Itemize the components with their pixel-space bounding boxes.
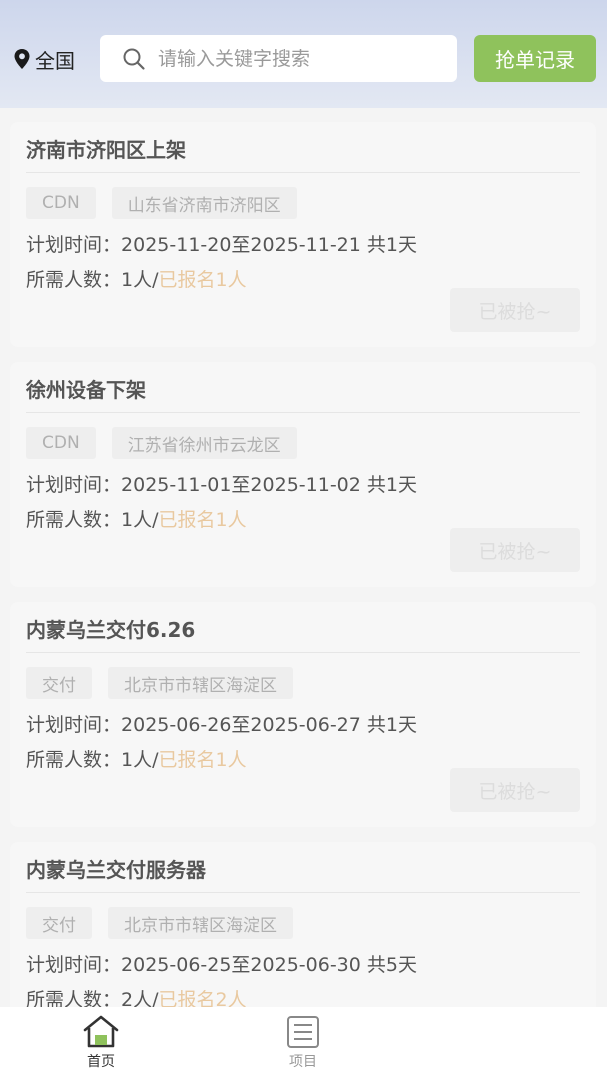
- plan-label: 计划时间：: [26, 234, 122, 256]
- search-icon: [123, 48, 145, 70]
- order-card[interactable]: 济南市济阳区上架 CDN 山东省济南市济阳区计划时间：2025-11-20至2025…: [10, 122, 596, 347]
- taken-status-button[interactable]: 已被抢~: [450, 528, 580, 572]
- plan-time: 计划时间：2025-06-26至2025-06-27 共1天: [26, 710, 417, 737]
- region-label: 全国: [35, 48, 75, 73]
- signed-count: 已报名1人: [158, 749, 247, 771]
- tab-home-label: 首页: [87, 1054, 115, 1070]
- order-card[interactable]: 内蒙乌兰交付6.26 交付 北京市市辖区海淀区计划时间：2025-06-26至202…: [10, 602, 596, 827]
- tag-row: CDN 江苏省徐州市云龙区: [26, 427, 297, 459]
- tab-home[interactable]: 首页: [61, 1015, 141, 1075]
- required-people: 所需人数：1人/已报名1人: [26, 745, 247, 772]
- plan-value: 2025-06-25至2025-06-30 共5天: [121, 954, 417, 976]
- plan-label: 计划时间：: [26, 954, 122, 976]
- taken-status-button[interactable]: 已被抢~: [450, 288, 580, 332]
- divider: [26, 412, 580, 413]
- order-card[interactable]: 徐州设备下架 CDN 江苏省徐州市云龙区计划时间：2025-11-01至2025-1…: [10, 362, 596, 587]
- plan-time: 计划时间：2025-11-20至2025-11-21 共1天: [26, 230, 417, 257]
- search-box[interactable]: [100, 35, 457, 82]
- plan-value: 2025-11-20至2025-11-21 共1天: [121, 234, 417, 256]
- location-tag: 北京市市辖区海淀区: [108, 907, 293, 939]
- people-label: 所需人数：: [26, 509, 122, 531]
- divider: [26, 652, 580, 653]
- location-pin-icon: [14, 49, 30, 69]
- location-tag: 江苏省徐州市云龙区: [111, 427, 297, 459]
- tag-row: CDN 山东省济南市济阳区: [26, 187, 297, 219]
- plan-label: 计划时间：: [26, 714, 122, 736]
- category-tag: 交付: [26, 667, 92, 699]
- order-title: 徐州设备下架: [26, 378, 146, 402]
- people-value: 1人/: [121, 269, 159, 291]
- tab-project-label: 项目: [289, 1054, 317, 1070]
- top-bar: 全国 抢单记录: [0, 0, 607, 108]
- taken-status-button[interactable]: 已被抢~: [450, 768, 580, 812]
- divider: [26, 892, 580, 893]
- plan-label: 计划时间：: [26, 474, 122, 496]
- order-title: 内蒙乌兰交付6.26: [26, 618, 196, 642]
- plan-time: 计划时间：2025-06-25至2025-06-30 共5天: [26, 950, 417, 977]
- location-tag: 北京市市辖区海淀区: [108, 667, 293, 699]
- tab-bar: 首页 项目: [0, 1007, 607, 1080]
- order-title: 济南市济阳区上架: [26, 138, 186, 162]
- plan-value: 2025-11-01至2025-11-02 共1天: [121, 474, 417, 496]
- plan-value: 2025-06-26至2025-06-27 共1天: [121, 714, 417, 736]
- signed-count: 已报名1人: [158, 269, 247, 291]
- signed-count: 已报名1人: [158, 509, 247, 531]
- required-people: 所需人数：1人/已报名1人: [26, 265, 247, 292]
- people-value: 1人/: [121, 749, 159, 771]
- grab-records-button[interactable]: 抢单记录: [474, 35, 596, 82]
- divider: [26, 172, 580, 173]
- category-tag: CDN: [26, 187, 96, 219]
- plan-time: 计划时间：2025-11-01至2025-11-02 共1天: [26, 470, 417, 497]
- required-people: 所需人数：1人/已报名1人: [26, 505, 247, 532]
- category-tag: CDN: [26, 427, 96, 459]
- people-value: 1人/: [121, 509, 159, 531]
- tab-project[interactable]: 项目: [263, 1015, 343, 1075]
- people-label: 所需人数：: [26, 269, 122, 291]
- region-selector[interactable]: 全国: [13, 44, 75, 74]
- list-icon: [287, 1016, 319, 1048]
- category-tag: 交付: [26, 907, 92, 939]
- people-label: 所需人数：: [26, 749, 122, 771]
- location-tag: 山东省济南市济阳区: [111, 187, 297, 219]
- home-icon: [83, 1015, 119, 1048]
- order-title: 内蒙乌兰交付服务器: [26, 858, 206, 882]
- tag-row: 交付 北京市市辖区海淀区: [26, 907, 293, 939]
- tag-row: 交付 北京市市辖区海淀区: [26, 667, 293, 699]
- search-input[interactable]: [158, 47, 428, 70]
